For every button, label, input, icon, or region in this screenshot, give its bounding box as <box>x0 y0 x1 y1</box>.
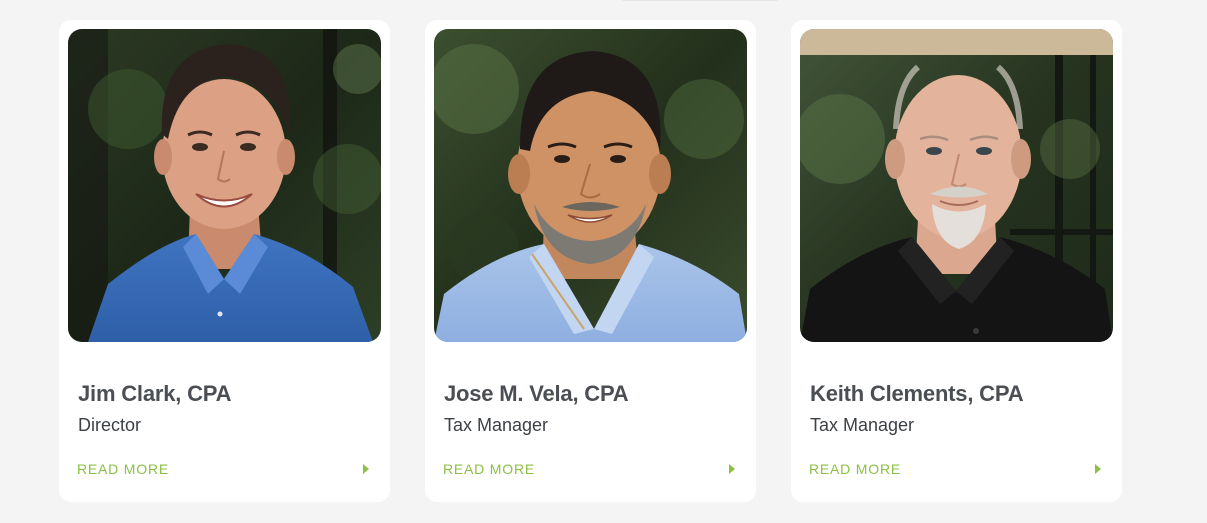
team-member-title: Tax Manager <box>810 415 915 435</box>
team-grid: Jim Clark, CPA Director READ MORE Jose M… <box>59 20 1122 502</box>
team-member-name: Keith Clements, CPA <box>810 381 1024 406</box>
team-member-title: Tax Manager <box>444 415 549 435</box>
team-member-title: Director <box>78 415 142 435</box>
caret-right-icon <box>1095 464 1101 474</box>
team-member-photo[interactable] <box>434 29 747 342</box>
team-member-name: Jim Clark, CPA <box>78 381 232 406</box>
caret-right-icon <box>729 464 735 474</box>
team-card: Jose M. Vela, CPA Tax Manager READ MORE <box>425 20 756 502</box>
read-more-label: READ MORE <box>77 461 169 477</box>
team-card: Jim Clark, CPA Director READ MORE <box>59 20 390 502</box>
team-member-name: Jose M. Vela, CPA <box>444 381 629 406</box>
read-more-link[interactable]: READ MORE <box>443 461 735 477</box>
read-more-label: READ MORE <box>809 461 901 477</box>
team-card: Keith Clements, CPA Tax Manager READ MOR… <box>791 20 1122 502</box>
read-more-link[interactable]: READ MORE <box>77 461 369 477</box>
read-more-link[interactable]: READ MORE <box>809 461 1101 477</box>
team-member-photo[interactable] <box>68 29 381 342</box>
filter-tab-inactive[interactable] <box>617 0 783 1</box>
read-more-label: READ MORE <box>443 461 535 477</box>
team-member-photo[interactable] <box>800 29 1113 342</box>
caret-right-icon <box>363 464 369 474</box>
